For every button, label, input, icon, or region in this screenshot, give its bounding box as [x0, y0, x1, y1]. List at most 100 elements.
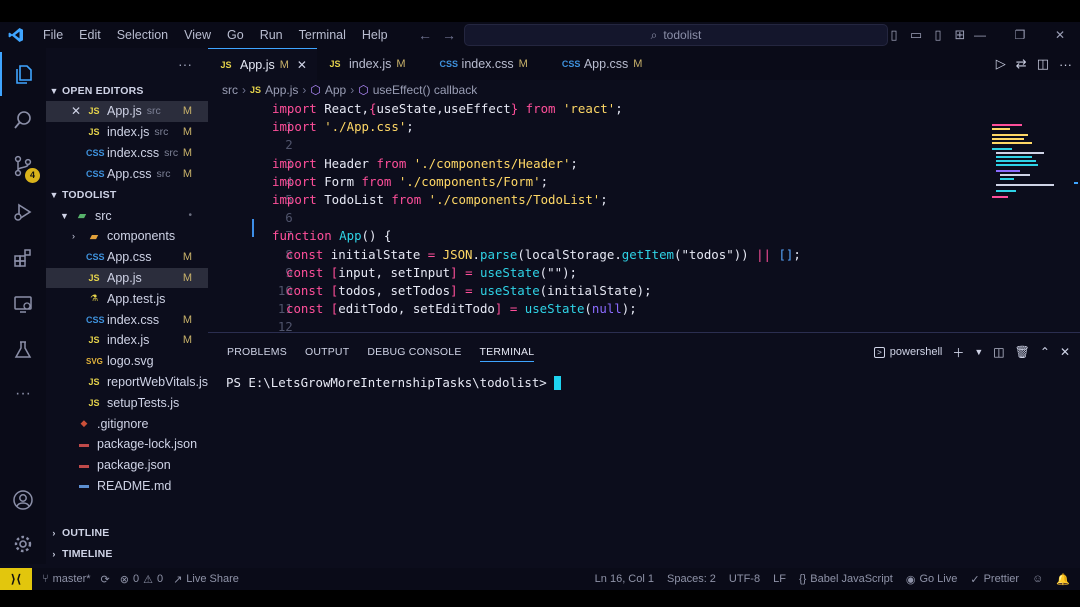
code-token: ; [540, 173, 549, 189]
project-header[interactable]: ▼ TODOLIST [46, 184, 208, 205]
run-icon[interactable]: ▷ [996, 56, 1006, 72]
minimap[interactable] [978, 120, 1078, 210]
go-live[interactable]: ◉ Go Live [906, 573, 958, 586]
search-icon[interactable] [0, 98, 46, 142]
tree-file[interactable]: ▬ README.md [46, 476, 208, 497]
back-arrow-icon[interactable]: ← [418, 22, 432, 48]
terminal-shell-selector[interactable]: > powershell [874, 346, 942, 358]
breadcrumb-symbol[interactable]: App [325, 83, 346, 97]
close-icon[interactable]: ✕ [297, 58, 307, 72]
tree-file[interactable]: CSS App.css M [46, 247, 208, 268]
sync-status[interactable]: ⟳ [101, 573, 110, 586]
close-panel-icon[interactable]: ✕ [1060, 345, 1070, 359]
toggle-panel-icon[interactable]: ▭ [908, 27, 924, 43]
breadcrumb-callback[interactable]: useEffect() callback [373, 83, 478, 97]
breadcrumb-src[interactable]: src [222, 83, 238, 97]
compare-changes-icon[interactable]: ⇄ [1016, 56, 1027, 72]
code-token: = [457, 264, 473, 280]
open-editors-header[interactable]: ▼ OPEN EDITORS [46, 80, 208, 101]
menu-terminal[interactable]: Terminal [291, 22, 354, 48]
tree-file[interactable]: SVG logo.svg [46, 351, 208, 372]
trash-icon[interactable]: 🗑 [1015, 345, 1030, 359]
menu-help[interactable]: Help [354, 22, 396, 48]
tree-folder-src[interactable]: ▼ ▰ src • [46, 205, 208, 226]
open-editor-item[interactable]: CSS App.css src M [46, 163, 208, 184]
terminal-prompt: PS E:\LetsGrowMoreInternshipTasks\todoli… [226, 375, 547, 390]
tab-app-css[interactable]: CSS App.css M [552, 48, 653, 80]
tree-file[interactable]: ⚗ App.test.js [46, 288, 208, 309]
code-token: parse [480, 246, 518, 262]
code-token: const [286, 301, 324, 317]
tab-app-js[interactable]: JS App.js M ✕ [208, 48, 317, 80]
code-line: 12 const [editTodo, setEditTodo] = useSt… [208, 300, 988, 332]
chevron-down-icon[interactable]: ▼ [974, 347, 983, 357]
notifications-bell-icon[interactable]: 🔔 [1056, 573, 1070, 586]
menu-file[interactable]: File [35, 22, 71, 48]
live-share[interactable]: ↗ Live Share [173, 573, 239, 586]
more-icon[interactable]: ··· [0, 372, 46, 416]
prettier[interactable]: ✓ Prettier [970, 573, 1019, 586]
split-editor-icon[interactable]: ◫ [1037, 56, 1049, 72]
open-editor-item[interactable]: ✕ JS App.js src M [46, 101, 208, 122]
command-center-search[interactable]: ⌕ todolist [464, 24, 888, 46]
tree-folder-components[interactable]: › ▰ components [46, 226, 208, 247]
tab-index-js[interactable]: JS index.js M [317, 48, 416, 80]
language-mode[interactable]: {} Babel JavaScript [799, 573, 893, 585]
tab-debug-console[interactable]: DEBUG CONSOLE [358, 333, 470, 371]
toggle-secondary-sidebar-icon[interactable]: ▯ [930, 27, 946, 43]
tree-file[interactable]: JS setupTests.js [46, 392, 208, 413]
code-editor[interactable]: 1 import React,{useState,useEffect} from… [208, 100, 1080, 332]
testing-icon[interactable] [0, 328, 46, 372]
restore-icon[interactable]: ❐ [1000, 22, 1040, 48]
tree-file[interactable]: JS index.js M [46, 330, 208, 351]
tree-file-selected[interactable]: JS App.js M [46, 267, 208, 289]
open-editor-item[interactable]: JS index.js src M [46, 122, 208, 143]
more-actions-icon[interactable]: ··· [178, 56, 192, 72]
encoding[interactable]: UTF-8 [729, 573, 760, 585]
menu-edit[interactable]: Edit [71, 22, 109, 48]
close-icon[interactable]: ✕ [68, 104, 84, 118]
breadcrumb-file[interactable]: App.js [265, 83, 298, 97]
forward-arrow-icon[interactable]: → [442, 22, 456, 48]
split-terminal-icon[interactable]: ◫ [993, 345, 1004, 359]
tree-file[interactable]: ◆ .gitignore [46, 413, 208, 434]
maximize-panel-icon[interactable]: ⌃ [1040, 345, 1050, 359]
problems-status[interactable]: ⊗ 0 ⚠ 0 [120, 573, 163, 586]
vscode-window: File Edit Selection View Go Run Terminal… [0, 22, 1080, 590]
cursor-position[interactable]: Ln 16, Col 1 [595, 573, 654, 585]
accounts-icon[interactable] [0, 478, 46, 522]
tree-file[interactable]: ▬ package.json [46, 455, 208, 476]
source-control-icon[interactable]: 4 [0, 144, 46, 188]
explorer-icon[interactable] [0, 52, 46, 96]
settings-gear-icon[interactable] [0, 522, 46, 566]
git-branch[interactable]: ⑂ master* [42, 573, 91, 585]
tree-file[interactable]: CSS index.css M [46, 309, 208, 330]
remote-indicator-icon[interactable]: ⟩⟨ [0, 568, 32, 590]
remote-explorer-icon[interactable] [0, 282, 46, 326]
timeline-header[interactable]: › TIMELINE [46, 543, 208, 564]
extensions-icon[interactable] [0, 236, 46, 280]
layout-controls: ▯ ▭ ▯ ⊞ [886, 22, 968, 48]
minimize-icon[interactable]: — [960, 22, 1000, 48]
tab-terminal[interactable]: TERMINAL [471, 333, 544, 371]
tree-file[interactable]: ▬ package-lock.json [46, 434, 208, 455]
close-window-icon[interactable]: ✕ [1040, 22, 1080, 48]
menu-selection[interactable]: Selection [109, 22, 176, 48]
outline-header[interactable]: › OUTLINE [46, 522, 208, 543]
tab-index-css[interactable]: CSS index.css M [430, 48, 538, 80]
toggle-sidebar-icon[interactable]: ▯ [886, 27, 902, 43]
more-actions-icon[interactable]: ··· [1059, 57, 1072, 72]
indentation[interactable]: Spaces: 2 [667, 573, 716, 585]
tab-output[interactable]: OUTPUT [296, 333, 358, 371]
menu-view[interactable]: View [176, 22, 219, 48]
tree-file[interactable]: JS reportWebVitals.js [46, 372, 208, 393]
terminal-output[interactable]: PS E:\LetsGrowMoreInternshipTasks\todoli… [226, 375, 561, 390]
feedback-icon[interactable]: ☺ [1032, 573, 1043, 585]
run-debug-icon[interactable] [0, 190, 46, 234]
end-of-line[interactable]: LF [773, 573, 786, 585]
menu-go[interactable]: Go [219, 22, 252, 48]
open-editor-item[interactable]: CSS index.css src M [46, 143, 208, 164]
tab-problems[interactable]: PROBLEMS [218, 333, 296, 371]
menu-run[interactable]: Run [252, 22, 291, 48]
new-terminal-icon[interactable]: ＋ [952, 344, 964, 361]
